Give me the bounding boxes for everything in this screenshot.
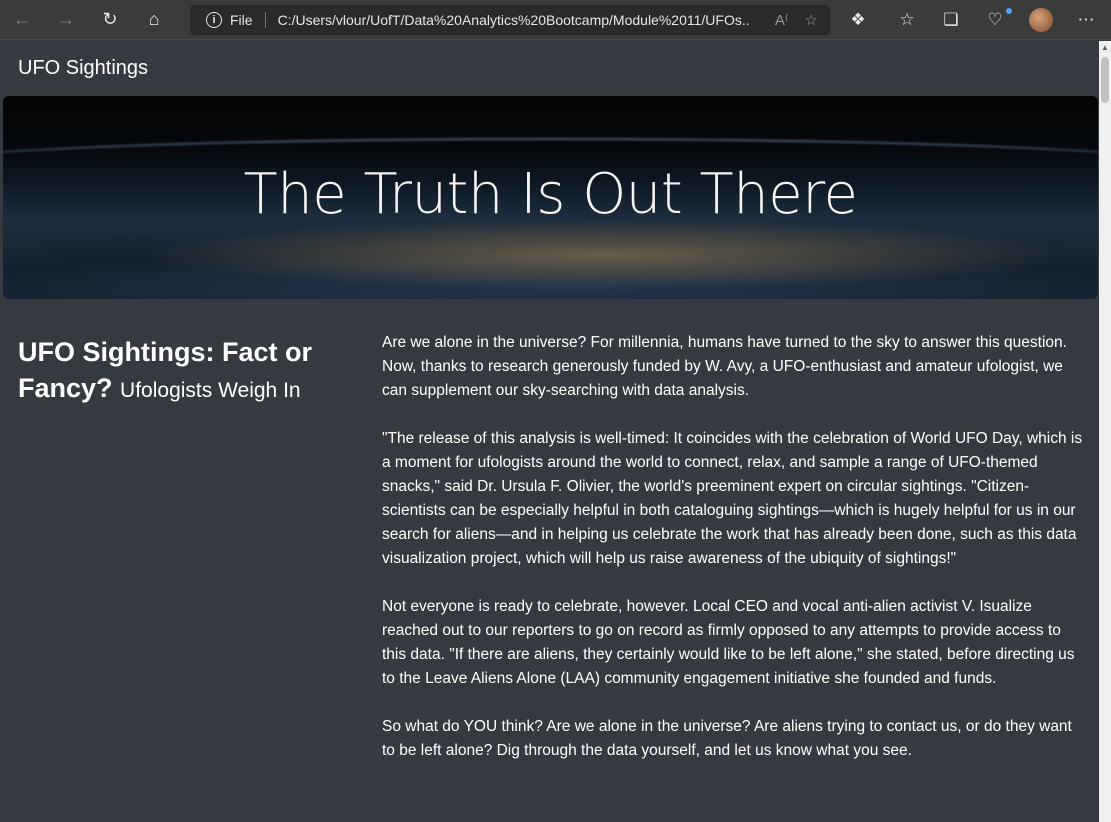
notification-dot [1006,8,1012,14]
read-aloud-icon[interactable]: A⁽ [775,11,789,29]
scroll-up-icon[interactable]: ▲ [1099,43,1111,53]
hero-banner: The Truth Is Out There [3,96,1098,299]
favorites-icon[interactable]: ☆ [887,0,927,40]
add-favorite-icon[interactable]: ☆ [805,11,818,29]
navbar-brand[interactable]: UFO Sightings [18,57,148,80]
back-arrow-icon[interactable]: ← [0,0,44,40]
article-body: Are we alone in the universe? For millen… [382,331,1087,787]
info-icon[interactable]: i [206,12,222,28]
article-paragraph: "The release of this analysis is well-ti… [382,430,1083,567]
forward-arrow-icon[interactable]: → [44,0,88,40]
article-paragraph: Not everyone is ready to celebrate, howe… [382,598,1075,687]
refresh-icon[interactable]: ↻ [88,0,132,40]
url-text[interactable]: C:/Users/vlour/UofT/Data%20Analytics%20B… [278,12,750,28]
hero-title: The Truth Is Out There [243,162,858,227]
web-page: UFO Sightings The Truth Is Out There UFO… [0,41,1099,822]
page-title: UFO Sightings: Fact or Fancy? Ufologists… [18,334,348,409]
article-paragraph: Are we alone in the universe? For millen… [382,334,1067,399]
scrollbar-thumb[interactable] [1101,57,1109,103]
article-paragraph: So what do YOU think? Are we alone in th… [382,718,1072,759]
browser-essentials-icon[interactable]: ♡ [975,0,1015,40]
address-bar[interactable]: i File C:/Users/vlour/UofT/Data%20Analyt… [190,5,830,35]
page-subtitle: Ufologists Weigh In [120,379,301,402]
extensions-icon[interactable]: ❖ [838,0,878,40]
menu-ellipsis-icon[interactable]: ⋯ [1066,0,1106,40]
vertical-scrollbar[interactable]: ▲ [1099,41,1111,822]
address-divider [264,12,266,28]
browser-toolbar: ← → ↻ ⌂ i File C:/Users/vlour/UofT/Data%… [0,0,1111,40]
file-label: File [230,12,253,28]
profile-avatar[interactable] [1029,8,1053,32]
collections-icon[interactable]: ❏ [931,0,971,40]
home-icon[interactable]: ⌂ [132,0,176,40]
